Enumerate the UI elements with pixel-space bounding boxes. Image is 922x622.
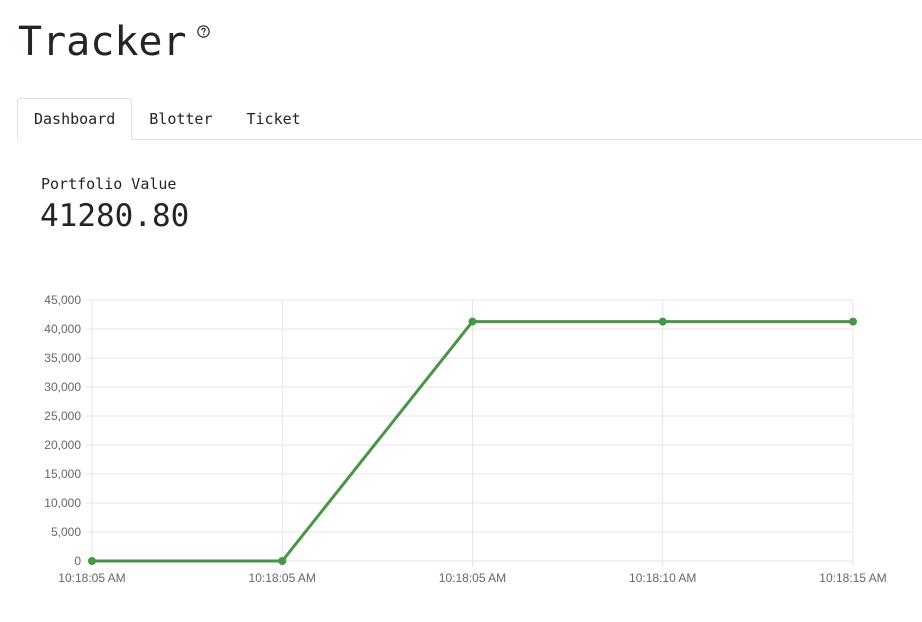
y-tick-label: 30,000 — [44, 380, 81, 394]
data-point — [658, 317, 667, 326]
app-title: Tracker — [18, 19, 187, 65]
header: Tracker — [18, 14, 210, 70]
x-tick-label: 10:18:10 AM — [629, 571, 696, 585]
x-tick-label: 10:18:15 AM — [819, 571, 886, 585]
y-tick-label: 45,000 — [44, 293, 81, 307]
data-point — [88, 557, 96, 565]
y-tick-label: 15,000 — [44, 467, 81, 481]
data-point — [468, 317, 477, 326]
tab-ticket[interactable]: Ticket — [230, 98, 318, 139]
y-tick-label: 0 — [74, 554, 81, 568]
x-tick-label: 10:18:05 AM — [58, 571, 125, 585]
data-point — [278, 557, 287, 565]
portfolio-value-chart: 0 5,000 10,000 15,000 20,000 25,000 30,000 35,0… — [44, 293, 886, 585]
app: Tracker Dashboard Blotter Ticket Portfol… — [0, 0, 922, 622]
portfolio-value-label: Portfolio Value — [41, 175, 177, 193]
y-tick-label: 40,000 — [44, 322, 81, 336]
data-point — [849, 317, 857, 326]
question-circle-icon[interactable] — [196, 25, 210, 38]
tab-dashboard[interactable]: Dashboard — [17, 98, 133, 140]
y-tick-label: 20,000 — [44, 438, 81, 452]
tab-blotter[interactable]: Blotter — [132, 98, 229, 139]
x-tick-label: 10:18:05 AM — [439, 571, 506, 585]
x-tick-label: 10:18:05 AM — [249, 571, 316, 585]
y-tick-label: 5,000 — [51, 525, 81, 539]
y-tick-label: 10,000 — [44, 496, 81, 510]
tab-bar: Dashboard Blotter Ticket — [17, 98, 922, 140]
y-tick-label: 35,000 — [44, 351, 81, 365]
y-tick-label: 25,000 — [44, 409, 81, 423]
portfolio-value: 41280.80 — [40, 198, 190, 234]
